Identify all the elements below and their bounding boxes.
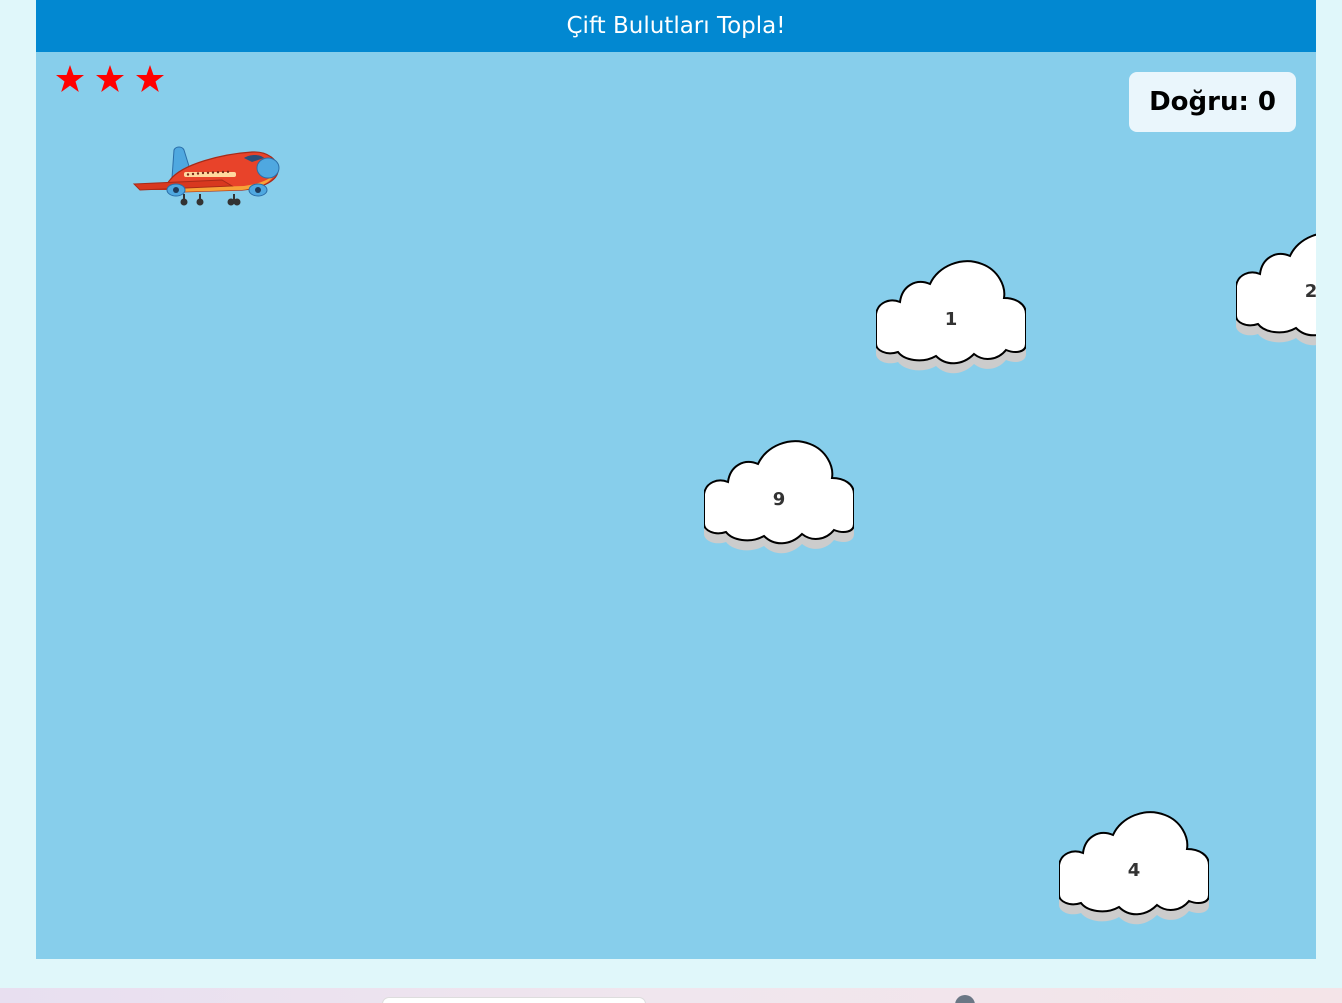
star-icon [56, 65, 84, 92]
cloud-target[interactable]: 2 [1236, 226, 1316, 346]
taskbar-search[interactable] [382, 997, 646, 1003]
game-title: Çift Bulutları Topla! [566, 13, 786, 39]
cloud-number: 2 [1304, 280, 1316, 302]
taskbar-strip [0, 988, 1342, 1003]
page: Çift Bulutları Topla! Doğru: 0 1 2 9 4 [0, 0, 1342, 1003]
score-display: Doğru: 0 [1129, 72, 1296, 132]
cloud-target[interactable]: 1 [876, 254, 1026, 374]
score-text: Doğru: 0 [1149, 87, 1276, 117]
star-icon [96, 65, 124, 92]
lives-indicator [54, 63, 166, 95]
cloud-number: 1 [944, 308, 958, 330]
game-title-bar: Çift Bulutları Topla! [36, 0, 1316, 52]
cloud-number: 4 [1127, 859, 1141, 881]
star-icon [136, 65, 164, 92]
cloud-target[interactable]: 4 [1059, 805, 1209, 925]
airplane-icon[interactable] [132, 138, 282, 210]
cloud-number: 9 [772, 488, 786, 510]
game-canvas[interactable]: Çift Bulutları Topla! Doğru: 0 1 2 9 4 [36, 0, 1316, 959]
cloud-target[interactable]: 9 [704, 434, 854, 554]
